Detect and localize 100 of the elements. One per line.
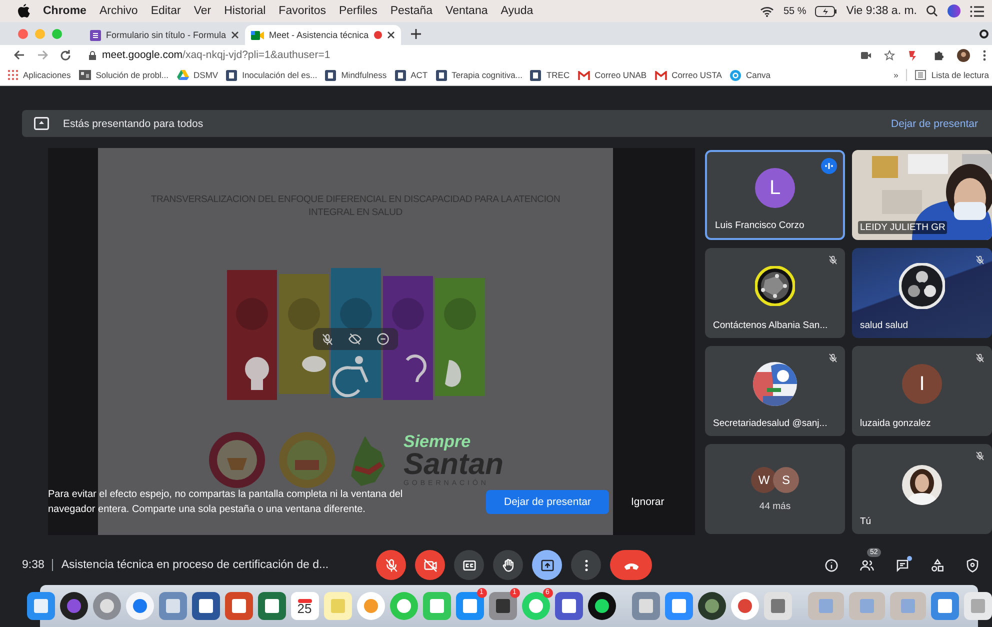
participant-tile[interactable]: I luzaida gonzalez <box>852 346 992 436</box>
clock[interactable]: Vie 9:38 a. m. <box>846 5 917 17</box>
captions-icon[interactable] <box>462 558 476 572</box>
participant-name: Tú <box>859 515 872 528</box>
app-icon[interactable] <box>290 591 320 621</box>
participant-tile[interactable]: W S 44 más <box>705 444 845 534</box>
siri-icon[interactable] <box>947 4 961 18</box>
remove-icon[interactable] <box>376 332 390 346</box>
camera-button[interactable] <box>415 550 445 580</box>
lock-icon <box>89 50 96 60</box>
meeting-time: 9:38 <box>22 559 44 571</box>
menu-item[interactable]: Historial <box>224 5 266 17</box>
app-icon[interactable] <box>488 591 518 621</box>
participant-tile[interactable]: L Luis Francisco Corzo <box>705 150 845 240</box>
microphone-off-icon <box>384 558 398 572</box>
chat-icon[interactable] <box>895 558 910 572</box>
raise-hand-button[interactable] <box>493 550 523 580</box>
participant-tile[interactable]: salud salud <box>852 248 992 338</box>
more-participants[interactable]: 44 más <box>759 500 791 512</box>
page-icon <box>530 70 542 80</box>
meeting-title: Asistencia técnica en proceso de certificación de d... <box>61 559 329 571</box>
app-icon[interactable] <box>586 591 616 621</box>
menu-item[interactable]: Editar <box>150 5 181 17</box>
close-tab-icon[interactable] <box>386 31 395 39</box>
bookmark[interactable]: Correo USTA <box>654 70 722 80</box>
captions-button[interactable] <box>454 550 484 580</box>
menu-icon[interactable] <box>970 6 984 16</box>
bookmark[interactable]: ACT <box>394 70 428 80</box>
app-icon[interactable] <box>696 591 726 621</box>
bookmark[interactable]: Aplicaciones <box>8 70 71 80</box>
app-icon[interactable] <box>190 591 220 621</box>
menu-item[interactable]: Pestaña <box>390 5 433 17</box>
wifi-icon[interactable] <box>760 6 774 16</box>
bookmark[interactable]: Terapia cognitiva... <box>436 70 522 80</box>
form-icon <box>90 30 101 40</box>
browser-tab[interactable]: Formulario sin título - Formula <box>84 25 246 45</box>
new-tab-icon[interactable] <box>410 28 421 38</box>
drive-icon <box>176 70 189 80</box>
star-icon[interactable] <box>884 50 895 60</box>
activities-icon[interactable] <box>930 558 945 572</box>
menu-item[interactable]: Chrome <box>43 5 86 17</box>
menu-item[interactable]: Ayuda <box>500 5 534 17</box>
participant-tile[interactable]: Contáctenos Albania San... <box>705 248 845 338</box>
browser-tab[interactable]: Meet - Asistencia técnica <box>245 25 401 45</box>
close-tab-icon[interactable] <box>231 31 240 39</box>
ignore-button[interactable]: Ignorar <box>630 496 664 508</box>
present-button[interactable] <box>532 550 562 580</box>
people-icon[interactable] <box>859 558 875 572</box>
mic-off-icon <box>321 332 334 346</box>
app-icon[interactable] <box>962 591 992 621</box>
bookmark[interactable]: Solución de probl... <box>78 70 169 80</box>
menu-item[interactable]: Favoritos <box>278 5 326 17</box>
more-icon[interactable] <box>983 50 986 60</box>
mirror-warning: Para evitar el efecto espejo, no compartas la pantalla completa ni la ventana del navegador entera. Comparte una sola pestaña o una ventana diferente. <box>48 488 404 517</box>
profile-avatar[interactable] <box>957 48 970 62</box>
bookmark[interactable]: Canva <box>730 70 771 80</box>
apps-grid-icon <box>8 70 18 80</box>
stop-presenting-button[interactable]: Dejar de presentar <box>486 490 609 514</box>
info-icon[interactable] <box>824 558 839 572</box>
thumbnail-icon <box>78 70 91 80</box>
participant-tile[interactable]: LEIDY JULIETH GR <box>852 150 992 240</box>
reading-list[interactable]: Lista de lectura <box>915 70 989 80</box>
puzzle-icon[interactable] <box>933 50 944 60</box>
apple-icon[interactable] <box>18 4 30 18</box>
page-icon <box>325 70 336 80</box>
participant-name: Luis Francisco Corzo <box>714 219 806 232</box>
leave-call-button[interactable] <box>610 550 652 580</box>
bookmark[interactable]: Inoculación del es... <box>226 70 318 80</box>
menu-item[interactable]: Ver <box>194 5 212 17</box>
stop-presenting-link[interactable]: Dejar de presentar <box>891 118 978 130</box>
calendar-date: 25 <box>296 601 313 616</box>
app-icon[interactable] <box>58 591 88 621</box>
camera-off-icon[interactable] <box>422 558 438 572</box>
mail-icon <box>578 70 590 80</box>
participant-tile[interactable]: Secretariadesalud @sanj... <box>705 346 845 436</box>
app-icon[interactable] <box>26 591 56 621</box>
present-icon[interactable] <box>540 558 554 572</box>
menu-item[interactable]: Ventana <box>446 5 488 17</box>
battery-icon[interactable] <box>815 6 838 16</box>
participant-tile[interactable]: Tú <box>852 444 992 534</box>
search-icon[interactable] <box>926 5 938 17</box>
video-icon[interactable] <box>861 52 871 58</box>
more-bookmarks[interactable]: » <box>894 70 898 80</box>
back-icon[interactable] <box>14 50 25 60</box>
bookmark[interactable]: Correo UNAB <box>578 70 647 80</box>
bookmark[interactable]: DSMV <box>176 70 218 80</box>
profile-menu-icon[interactable] <box>979 28 989 38</box>
avatar: S <box>773 466 799 492</box>
bookmark[interactable]: TREC <box>530 70 570 80</box>
hand-icon[interactable] <box>500 558 516 572</box>
menu-item[interactable]: Archivo <box>99 5 138 17</box>
page-icon <box>226 70 238 80</box>
microphone-button[interactable] <box>376 550 406 580</box>
bookmark[interactable]: Mindfulness <box>325 70 387 80</box>
avatar: I <box>902 364 942 404</box>
menu-item[interactable]: Perfiles <box>338 5 378 17</box>
reload-icon[interactable] <box>60 50 71 60</box>
host-controls-icon[interactable] <box>965 558 980 572</box>
mail-icon <box>654 70 667 80</box>
eye-off-icon[interactable] <box>348 332 362 346</box>
